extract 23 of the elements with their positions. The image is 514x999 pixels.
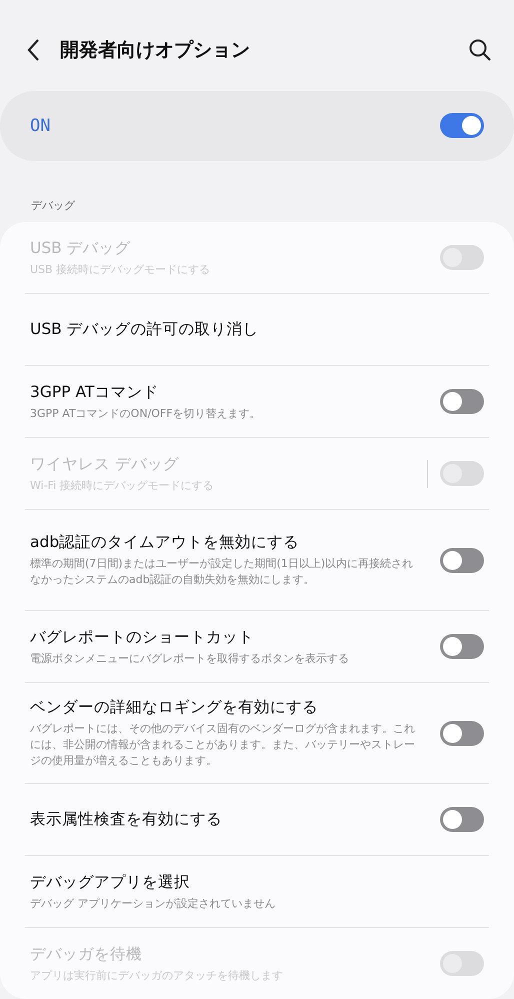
page-title: 開発者向けオプション (60, 38, 251, 64)
setting-title[interactable]: 3GPP ATコマンド (30, 382, 428, 402)
setting-title[interactable]: バグレポートのショートカット (30, 626, 428, 648)
toggle-switch[interactable] (440, 548, 484, 572)
setting-summary: 電源ボタンメニューにバグレポートを取得するボタンを表示する (30, 650, 350, 666)
setting-title[interactable]: adb認証のタイムアウトを無効にする (30, 532, 428, 553)
setting-summary: デバッグ アプリケーションが設定されていません (30, 896, 276, 912)
setting-title[interactable]: 表示属性検査を有効にする (30, 809, 428, 830)
setting-summary: 3GPP ATコマンドのON/OFFを切り替えます。 (30, 406, 262, 422)
section-header: デバッグ (30, 198, 76, 214)
toggle-switch[interactable] (440, 113, 484, 138)
setting-summary: バグレポートには、その他のデバイス固有のベンダーログが含まれます。これには、非公開の情報が含まれることがあります。また、バッテリーやストレージの使用量が増えることもあります。 (30, 721, 415, 769)
toggle-switch[interactable] (440, 807, 484, 832)
back-button[interactable] (26, 38, 40, 62)
setting-summary: 標準の期間(7日間)またはユーザーが設定した期間(1日以上)以内に再接続されなかったシステムのadb認証の自動失効を無効にします。 (30, 556, 414, 588)
setting-title[interactable]: USB デバッグの許可の取り消し (30, 319, 484, 340)
toggle-switch[interactable] (440, 389, 484, 414)
master-label: ON (30, 116, 50, 136)
setting-title[interactable]: ベンダーの詳細なロギングを有効にする (30, 697, 428, 718)
toggle-switch[interactable] (440, 720, 484, 746)
search-button[interactable] (468, 38, 492, 62)
toggle-switch[interactable] (440, 634, 484, 659)
setting-title[interactable]: デバッグアプリを選択 (30, 872, 484, 892)
